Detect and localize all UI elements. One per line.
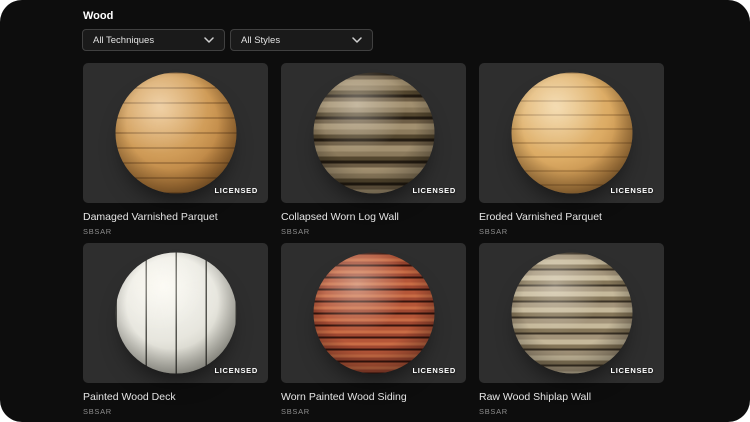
material-format: SBSAR: [83, 227, 112, 236]
licensed-badge: LICENSED: [610, 186, 654, 195]
techniques-dropdown-label: All Techniques: [93, 34, 155, 46]
material-format: SBSAR: [281, 407, 310, 416]
material-format: SBSAR: [479, 227, 508, 236]
material-sphere: [115, 72, 236, 194]
chevron-down-icon: [204, 37, 214, 43]
material-sphere: [511, 72, 632, 194]
material-grid: LICENSED Damaged Varnished Parquet SBSAR…: [83, 63, 664, 422]
material-title: Painted Wood Deck: [83, 391, 176, 403]
styles-dropdown[interactable]: All Styles: [230, 29, 373, 51]
chevron-down-icon: [352, 37, 362, 43]
licensed-badge: LICENSED: [412, 186, 456, 195]
material-card[interactable]: LICENSED Damaged Varnished Parquet SBSAR: [83, 63, 268, 243]
material-format: SBSAR: [479, 407, 508, 416]
material-card[interactable]: LICENSED Worn Painted Wood Siding SBSAR: [281, 243, 466, 422]
styles-dropdown-label: All Styles: [241, 34, 281, 46]
licensed-badge: LICENSED: [412, 366, 456, 375]
page-title: Wood: [83, 10, 114, 22]
material-sphere: [313, 252, 434, 374]
material-card[interactable]: LICENSED Collapsed Worn Log Wall SBSAR: [281, 63, 466, 243]
material-thumbnail[interactable]: LICENSED: [479, 243, 664, 383]
material-title: Worn Painted Wood Siding: [281, 391, 407, 403]
material-card[interactable]: LICENSED Painted Wood Deck SBSAR: [83, 243, 268, 422]
app-window: Wood All Techniques All Styles LICENSED …: [0, 0, 750, 422]
material-title: Eroded Varnished Parquet: [479, 211, 602, 223]
material-sphere: [313, 72, 434, 194]
material-sphere: [511, 252, 632, 374]
material-title: Raw Wood Shiplap Wall: [479, 391, 592, 403]
filter-bar: All Techniques All Styles: [82, 29, 373, 51]
techniques-dropdown[interactable]: All Techniques: [82, 29, 225, 51]
material-card[interactable]: LICENSED Eroded Varnished Parquet SBSAR: [479, 63, 664, 243]
material-thumbnail[interactable]: LICENSED: [83, 243, 268, 383]
material-thumbnail[interactable]: LICENSED: [479, 63, 664, 203]
licensed-badge: LICENSED: [214, 366, 258, 375]
licensed-badge: LICENSED: [214, 186, 258, 195]
material-title: Damaged Varnished Parquet: [83, 211, 218, 223]
material-format: SBSAR: [83, 407, 112, 416]
material-format: SBSAR: [281, 227, 310, 236]
material-thumbnail[interactable]: LICENSED: [83, 63, 268, 203]
licensed-badge: LICENSED: [610, 366, 654, 375]
material-thumbnail[interactable]: LICENSED: [281, 243, 466, 383]
material-title: Collapsed Worn Log Wall: [281, 211, 399, 223]
material-card[interactable]: LICENSED Raw Wood Shiplap Wall SBSAR: [479, 243, 664, 422]
material-thumbnail[interactable]: LICENSED: [281, 63, 466, 203]
material-sphere: [115, 252, 236, 374]
